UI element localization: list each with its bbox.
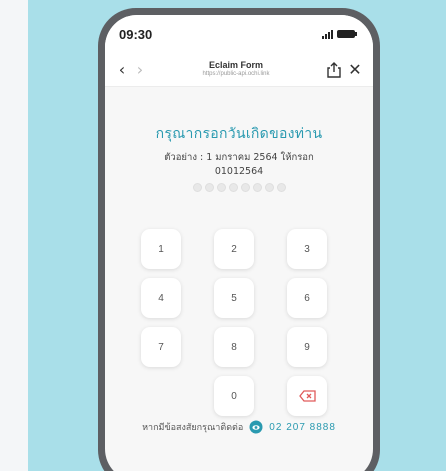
number-keypad: 123 456 7890 bbox=[141, 229, 327, 416]
keypad-key[interactable]: 6 bbox=[287, 278, 327, 318]
site-title: Eclaim Form bbox=[208, 60, 264, 71]
keypad-key[interactable]: 4 bbox=[141, 278, 181, 318]
backspace-icon bbox=[298, 390, 316, 402]
url-block: Eclaim Form https://public-api.ochi.link bbox=[149, 60, 323, 78]
pin-dot bbox=[228, 182, 238, 192]
site-url: https://public-api.ochi.link bbox=[202, 71, 270, 78]
browser-bar: ‹ › Eclaim Form https://public-api.ochi.… bbox=[105, 53, 373, 87]
keypad-key[interactable]: 9 bbox=[287, 327, 327, 367]
share-icon[interactable] bbox=[323, 60, 345, 80]
phone-frame: 09:30 ‹ › Eclaim Form https://public-api… bbox=[98, 8, 380, 471]
pin-dot bbox=[276, 182, 286, 192]
battery-icon bbox=[337, 30, 357, 38]
keypad-key[interactable]: 1 bbox=[141, 229, 181, 269]
pin-dot bbox=[204, 182, 214, 192]
pin-dot bbox=[216, 182, 226, 192]
contact-text: หากมีข้อสงสัยกรุณาติดต่อ bbox=[142, 423, 244, 433]
signal-icon bbox=[322, 29, 333, 39]
pin-dots bbox=[105, 182, 373, 192]
status-time: 09:30 bbox=[119, 26, 153, 42]
keypad-key[interactable]: 8 bbox=[214, 327, 254, 367]
pin-dot bbox=[192, 182, 202, 192]
phone-screen: 09:30 ‹ › Eclaim Form https://public-api… bbox=[105, 15, 373, 471]
keypad-key[interactable]: 0 bbox=[214, 376, 254, 416]
back-icon[interactable]: ‹ bbox=[113, 60, 131, 79]
prompt-title: กรุณากรอกวันเกิดของท่าน bbox=[155, 126, 323, 142]
keypad-key[interactable]: 2 bbox=[214, 229, 254, 269]
background-stage: 09:30 ‹ › Eclaim Form https://public-api… bbox=[28, 0, 446, 471]
pin-dot bbox=[252, 182, 262, 192]
keypad-key[interactable]: 5 bbox=[214, 278, 254, 318]
pin-dot bbox=[264, 182, 274, 192]
contact-phone-number[interactable]: 02 207 8888 bbox=[269, 422, 336, 433]
backspace-button[interactable] bbox=[287, 376, 327, 416]
system-icons bbox=[322, 29, 357, 39]
left-strip bbox=[0, 0, 28, 471]
contact-footer: หากมีข้อสงสัยกรุณาติดต่อ 02 207 8888 bbox=[105, 420, 373, 434]
keypad-key[interactable]: 7 bbox=[141, 327, 181, 367]
prompt-example-line1: ตัวอย่าง : 1 มกราคม 2564 ให้กรอก bbox=[164, 152, 314, 163]
close-icon[interactable]: ✕ bbox=[345, 60, 365, 79]
prompt-example: ตัวอย่าง : 1 มกราคม 2564 ให้กรอก 0101256… bbox=[105, 151, 373, 179]
keypad-key[interactable]: 3 bbox=[287, 229, 327, 269]
forward-icon[interactable]: › bbox=[131, 60, 149, 79]
phone-icon[interactable] bbox=[249, 420, 263, 434]
status-bar: 09:30 bbox=[105, 15, 373, 53]
prompt-example-line2: 01012564 bbox=[214, 165, 264, 177]
pin-dot bbox=[240, 182, 250, 192]
pin-content: กรุณากรอกวันเกิดของท่าน ตัวอย่าง : 1 มกร… bbox=[105, 87, 373, 192]
